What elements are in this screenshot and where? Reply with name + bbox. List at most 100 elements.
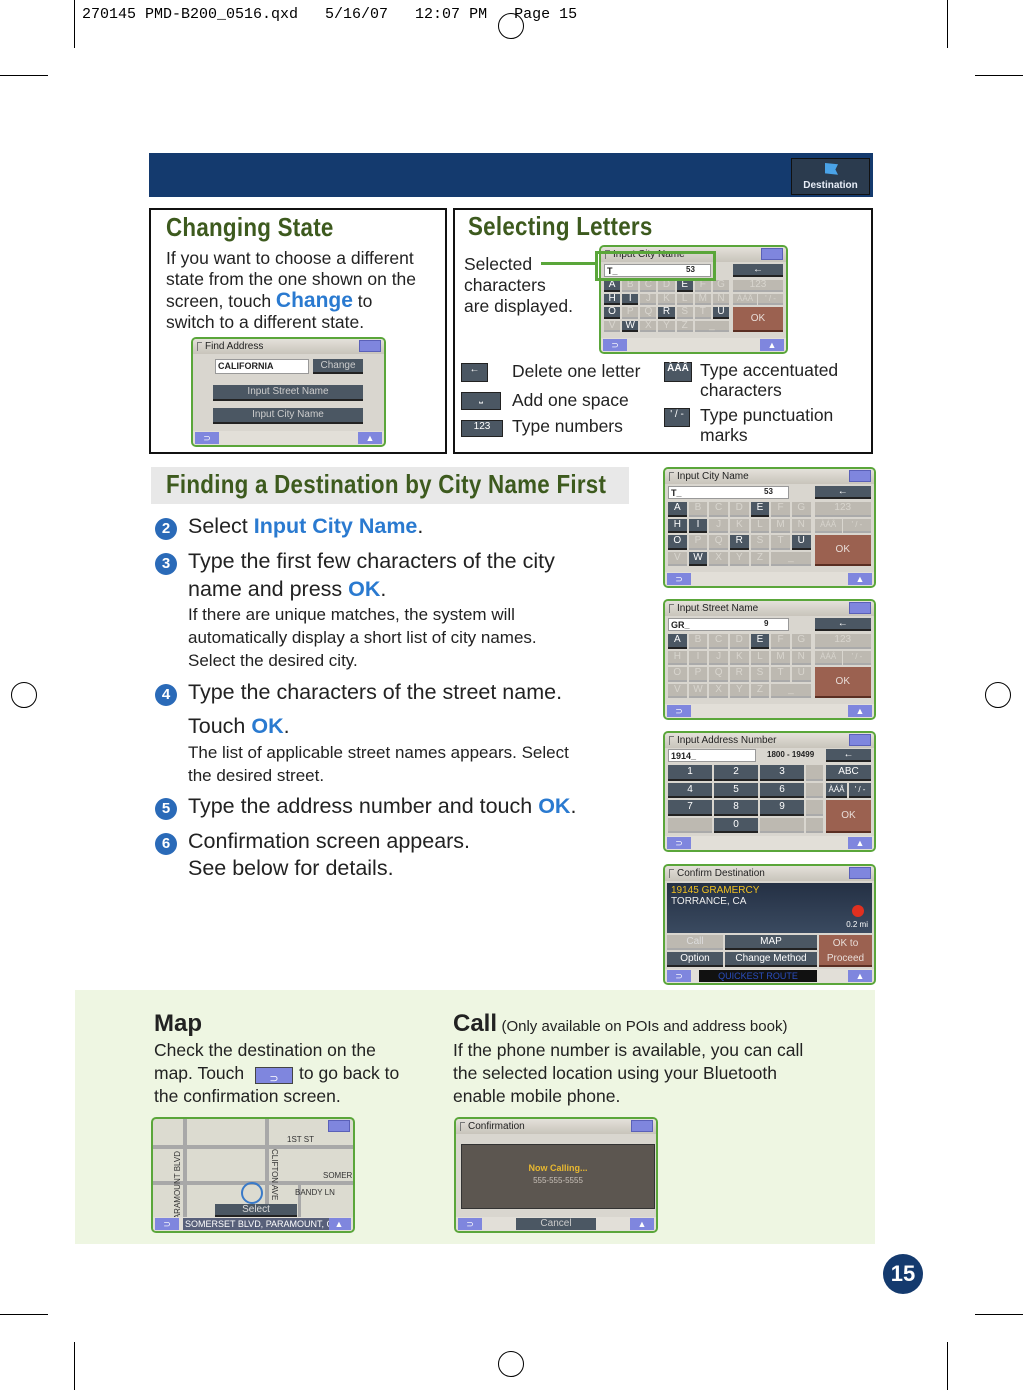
key-3[interactable]: 3 — [760, 765, 804, 781]
key-l[interactable]: L — [750, 650, 770, 665]
key-k[interactable]: K — [729, 650, 749, 665]
punctuation-key[interactable]: ' / - — [842, 650, 871, 665]
space-key[interactable] — [760, 817, 804, 833]
key-z[interactable]: Z — [750, 683, 770, 698]
key-k[interactable]: K — [729, 518, 749, 533]
select-button[interactable]: Select — [215, 1204, 297, 1217]
numbers-key[interactable]: 123 — [814, 634, 871, 649]
key-s[interactable]: S — [750, 535, 770, 550]
key-8[interactable]: 8 — [714, 800, 758, 816]
key-space[interactable]: _ — [771, 551, 811, 566]
key-l[interactable]: L — [750, 518, 770, 533]
navigation-icon[interactable]: ▲ — [848, 573, 872, 585]
numbers-key[interactable]: 123 — [814, 502, 871, 517]
state-field[interactable]: CALIFORNIA — [215, 359, 309, 374]
destination-button[interactable]: Destination — [791, 158, 870, 195]
key-g[interactable]: G — [791, 634, 811, 649]
key-f[interactable]: F — [694, 280, 711, 292]
cancel-button[interactable]: Cancel — [516, 1218, 596, 1230]
key-g[interactable]: G — [712, 280, 730, 292]
key-d[interactable]: D — [729, 634, 749, 649]
key-o[interactable]: O — [668, 535, 687, 550]
key-s[interactable]: S — [676, 307, 693, 319]
ok-button[interactable]: OK — [733, 307, 783, 332]
key-a[interactable]: A — [668, 634, 687, 649]
key-z[interactable]: Z — [750, 551, 770, 566]
ok-button[interactable]: OK — [814, 667, 871, 698]
key-d[interactable]: D — [658, 280, 675, 292]
punctuation-key[interactable]: ' / - — [849, 782, 871, 798]
key-z[interactable]: Z — [676, 320, 693, 332]
key-6[interactable]: 6 — [760, 782, 804, 798]
key-space[interactable]: _ — [694, 320, 730, 332]
ok-to-proceed-button[interactable]: OK to Proceed — [819, 935, 872, 967]
navigation-icon[interactable]: ▲ — [760, 339, 784, 351]
accent-key[interactable]: ÀÁÂ — [733, 293, 758, 305]
key-r[interactable]: R — [729, 535, 749, 550]
key-x[interactable]: X — [709, 551, 728, 566]
key-g[interactable]: G — [791, 502, 811, 517]
back-icon[interactable]: ⊃ — [667, 837, 691, 849]
key-u[interactable]: U — [791, 535, 811, 550]
key-n[interactable]: N — [791, 650, 811, 665]
key-q[interactable]: Q — [640, 307, 657, 319]
key-e[interactable]: E — [676, 280, 693, 292]
key-m[interactable]: M — [771, 650, 790, 665]
key-q[interactable]: Q — [709, 535, 728, 550]
key-y[interactable]: Y — [729, 683, 749, 698]
key-n[interactable]: N — [712, 293, 730, 305]
key-r[interactable]: R — [658, 307, 675, 319]
key-p[interactable]: P — [688, 667, 708, 682]
numbers-key[interactable]: 123 — [733, 280, 783, 292]
key-h[interactable]: H — [668, 518, 687, 533]
key-c[interactable]: C — [709, 634, 728, 649]
key-y[interactable]: Y — [658, 320, 675, 332]
key-o[interactable]: O — [604, 307, 621, 319]
key-p[interactable]: P — [688, 535, 708, 550]
key-q[interactable]: Q — [709, 667, 728, 682]
key-j[interactable]: J — [709, 518, 728, 533]
ok-button[interactable]: OK — [826, 800, 871, 833]
option-button[interactable]: Option — [667, 952, 723, 967]
input-city-name-button[interactable]: Input City Name — [213, 408, 363, 424]
key-9[interactable]: 9 — [760, 800, 804, 816]
key-f[interactable]: F — [771, 502, 790, 517]
key-i[interactable]: I — [688, 650, 708, 665]
key-y[interactable]: Y — [729, 551, 749, 566]
key-v[interactable]: V — [604, 320, 621, 332]
key-m[interactable]: M — [771, 518, 790, 533]
call-button[interactable]: Call — [667, 935, 723, 950]
backspace-button[interactable]: ← — [814, 618, 871, 631]
key-2[interactable]: 2 — [714, 765, 758, 781]
key-x[interactable]: X — [709, 683, 728, 698]
backspace-button[interactable]: ← — [733, 264, 783, 277]
key-a[interactable]: A — [604, 280, 621, 292]
change-method-button[interactable]: Change Method — [725, 952, 817, 967]
key-space[interactable]: _ — [771, 683, 811, 698]
navigation-icon[interactable]: ▲ — [848, 837, 872, 849]
key-o[interactable]: O — [668, 667, 687, 682]
change-button[interactable]: Change — [313, 359, 363, 374]
key-h[interactable]: H — [604, 293, 621, 305]
input-street-name-button[interactable]: Input Street Name — [213, 385, 363, 401]
key-b[interactable]: B — [688, 502, 708, 517]
key-b[interactable]: B — [688, 634, 708, 649]
key-u[interactable]: U — [712, 307, 730, 319]
key-w[interactable]: W — [688, 551, 708, 566]
key-w[interactable]: W — [688, 683, 708, 698]
key-v[interactable]: V — [668, 683, 687, 698]
key-t[interactable]: T — [771, 667, 790, 682]
key-s[interactable]: S — [750, 667, 770, 682]
key-c[interactable]: C — [709, 502, 728, 517]
backspace-button[interactable]: ← — [814, 486, 871, 499]
key-a[interactable]: A — [668, 502, 687, 517]
back-icon[interactable]: ⊃ — [667, 573, 691, 585]
abc-key[interactable]: ABC — [826, 765, 871, 781]
accent-key[interactable]: ÀÁÂ — [814, 650, 842, 665]
punctuation-key[interactable]: ' / - — [842, 518, 871, 533]
key-v[interactable]: V — [668, 551, 687, 566]
text-input[interactable]: GR_ — [668, 618, 789, 631]
backspace-button[interactable]: ← — [826, 749, 871, 762]
key-n[interactable]: N — [791, 518, 811, 533]
key-p[interactable]: P — [622, 307, 639, 319]
